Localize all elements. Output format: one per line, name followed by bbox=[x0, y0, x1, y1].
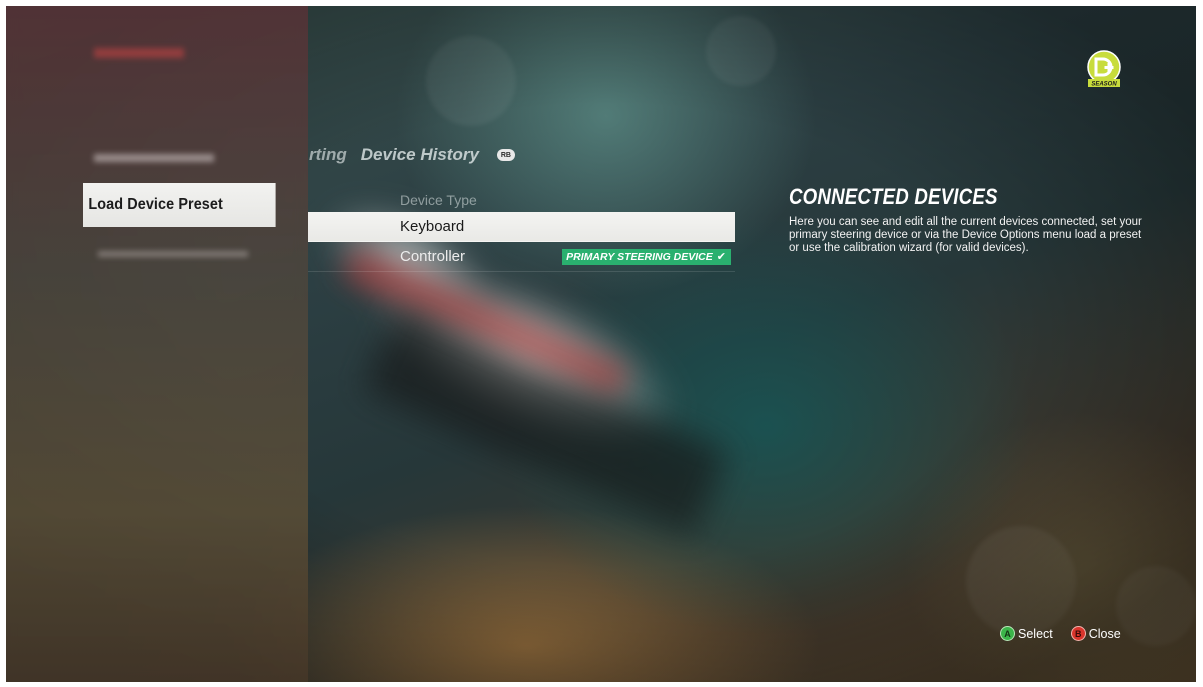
select-hint[interactable]: A Select bbox=[1000, 626, 1053, 641]
left-menu-panel: Load Device Preset bbox=[6, 6, 308, 682]
tab-bar: rting Device History RB bbox=[309, 145, 515, 165]
device-row-label: Keyboard bbox=[400, 218, 465, 235]
info-panel: CONNECTED DEVICES Here you can see and e… bbox=[789, 184, 1149, 255]
device-row-label: Controller bbox=[400, 248, 466, 265]
tab-device-history[interactable]: Device History bbox=[361, 145, 479, 165]
tab-previous[interactable]: rting bbox=[309, 145, 347, 165]
game-screen: Load Device Preset rting Device History … bbox=[6, 6, 1196, 682]
menu-item-load-device-preset[interactable]: Load Device Preset bbox=[83, 183, 276, 227]
season-logo-icon: SEASON bbox=[1085, 50, 1123, 90]
rb-bumper-icon: RB bbox=[496, 149, 515, 161]
device-row-controller[interactable]: Controller PRIMARY STEERING DEVICE ✔ bbox=[308, 242, 735, 272]
info-title: CONNECTED DEVICES bbox=[789, 184, 998, 209]
close-hint[interactable]: B Close bbox=[1070, 626, 1121, 641]
button-hints: A Select B Close bbox=[1000, 626, 1121, 641]
season-logo-text: SEASON bbox=[1091, 82, 1117, 88]
blurred-menu-subtitle bbox=[94, 154, 214, 162]
device-type-column-header: Device Type bbox=[400, 192, 477, 208]
blurred-menu-title bbox=[94, 48, 184, 58]
blurred-menu-item bbox=[98, 251, 248, 257]
b-button-icon: B bbox=[1070, 626, 1086, 641]
check-icon: ✔ bbox=[716, 251, 726, 263]
a-button-icon: A bbox=[1000, 626, 1015, 641]
primary-steering-badge: PRIMARY STEERING DEVICE ✔ bbox=[562, 249, 731, 265]
badge-label: PRIMARY STEERING DEVICE bbox=[566, 251, 713, 263]
close-label: Close bbox=[1088, 626, 1121, 641]
info-description: Here you can see and edit all the curren… bbox=[789, 216, 1142, 254]
device-row-keyboard[interactable]: Keyboard bbox=[308, 212, 735, 242]
device-list: Device Type Keyboard Controller PRIMARY … bbox=[308, 188, 735, 272]
select-label: Select bbox=[1018, 626, 1053, 641]
